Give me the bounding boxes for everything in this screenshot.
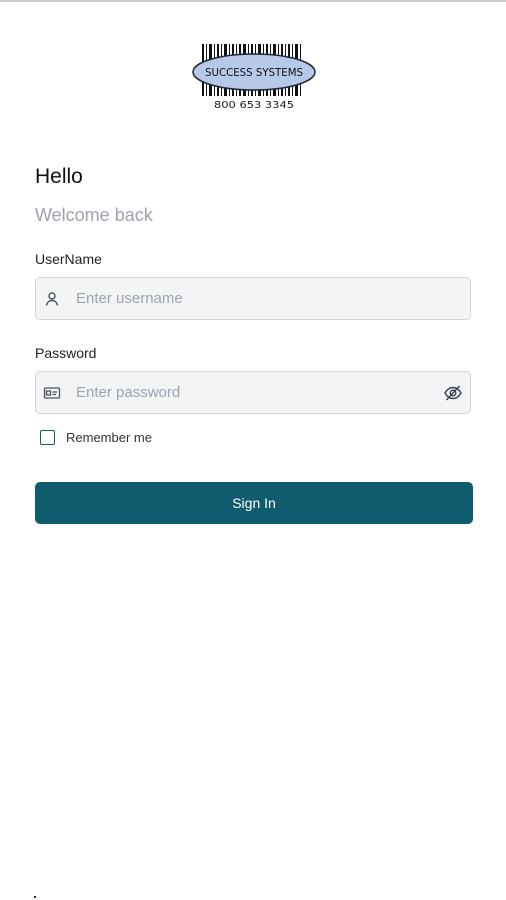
- password-field[interactable]: [35, 371, 471, 414]
- company-logo: SUCCESS SYSTEMS 800 653 3345: [190, 42, 318, 110]
- greeting-title: Hello: [35, 165, 83, 188]
- logo-phone-number: 800 653 3345: [214, 100, 294, 110]
- username-input[interactable]: [76, 278, 436, 319]
- username-field[interactable]: [35, 277, 471, 320]
- username-label: UserName: [35, 251, 102, 267]
- top-divider: [0, 0, 506, 2]
- welcome-subtitle: Welcome back: [35, 205, 153, 225]
- sign-in-button[interactable]: Sign In: [35, 482, 473, 524]
- password-label: Password: [35, 345, 97, 361]
- eye-off-icon[interactable]: [443, 383, 463, 403]
- logo-company-name: SUCCESS SYSTEMS: [205, 66, 303, 79]
- corner-mark: [34, 896, 36, 898]
- id-card-icon: [43, 384, 61, 402]
- remember-me-row[interactable]: Remember me: [40, 430, 152, 445]
- user-icon: [43, 290, 61, 308]
- remember-me-label: Remember me: [66, 430, 152, 445]
- remember-me-checkbox[interactable]: [40, 430, 55, 445]
- password-input[interactable]: [76, 372, 436, 413]
